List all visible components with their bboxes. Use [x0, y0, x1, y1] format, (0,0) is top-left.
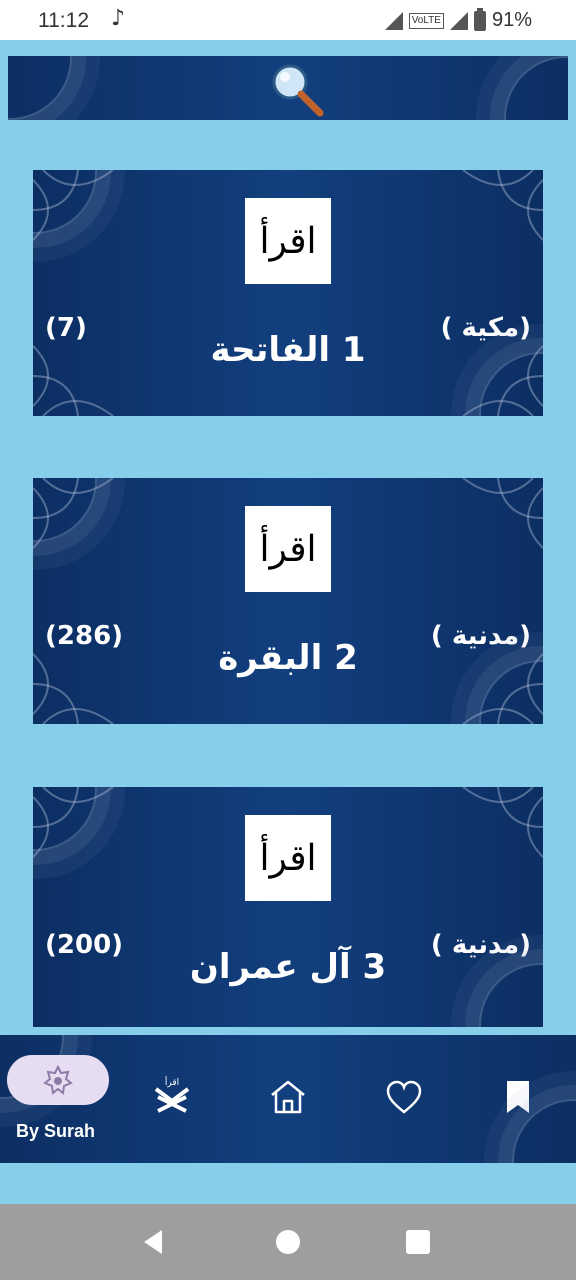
signal-icon [384, 11, 403, 30]
nav-bookmarks[interactable] [496, 1075, 540, 1119]
signal-icon-2 [449, 11, 468, 30]
surah-title: 2 البقرة [218, 638, 358, 678]
status-bar: 11:12 ♪ VoLTE 91% [0, 0, 576, 40]
music-note-icon: ♪ [111, 6, 126, 31]
svg-text:اقرأ: اقرأ [165, 1076, 179, 1088]
home-circle-icon[interactable] [274, 1228, 302, 1256]
corner-ornament [462, 787, 543, 858]
surah-card[interactable]: اقرأ (200) (مدنية ) 3 آل عمران [33, 787, 543, 1027]
bookmark-icon [507, 1081, 529, 1113]
iqra-badge: اقرأ [245, 815, 331, 901]
iqra-badge: اقرأ [245, 506, 331, 592]
system-nav-bar [0, 1204, 576, 1280]
corner-ornament [33, 787, 114, 858]
nav-by-surah[interactable] [7, 1055, 109, 1105]
home-icon [271, 1080, 305, 1114]
corner-ornament [462, 478, 543, 549]
heart-icon [386, 1080, 422, 1114]
volte-badge: VoLTE [408, 12, 444, 29]
nav-quran[interactable]: اقرأ [150, 1075, 194, 1119]
surah-title: 3 آل عمران [189, 947, 387, 987]
nav-home[interactable] [266, 1075, 310, 1119]
surah-card[interactable]: اقرأ (286) (مدنية ) 2 البقرة [33, 478, 543, 724]
battery-icon [473, 7, 486, 31]
nav-favorites[interactable] [382, 1075, 426, 1119]
search-icon[interactable] [266, 60, 326, 118]
by-surah-icon [43, 1064, 73, 1095]
status-time: 11:12 [38, 9, 89, 32]
corner-ornament [462, 170, 543, 241]
iqra-badge: اقرأ [245, 198, 331, 284]
search-bar[interactable] [8, 56, 568, 120]
nav-by-surah-label: By Surah [16, 1121, 96, 1141]
battery-percent: 91% [491, 9, 532, 31]
recents-icon[interactable] [404, 1228, 432, 1256]
surah-card[interactable]: اقرأ (7) (مكية ) 1 الفاتحة [33, 170, 543, 416]
bottom-nav: By Surah اقرأ [0, 1035, 576, 1163]
corner-ornament [33, 478, 114, 549]
corner-ornament [33, 170, 114, 241]
quran-stand-icon: اقرأ [154, 1076, 190, 1113]
status-indicators: VoLTE 91% [384, 7, 532, 32]
surah-title: 1 الفاتحة [210, 330, 366, 370]
back-icon[interactable] [140, 1228, 168, 1256]
